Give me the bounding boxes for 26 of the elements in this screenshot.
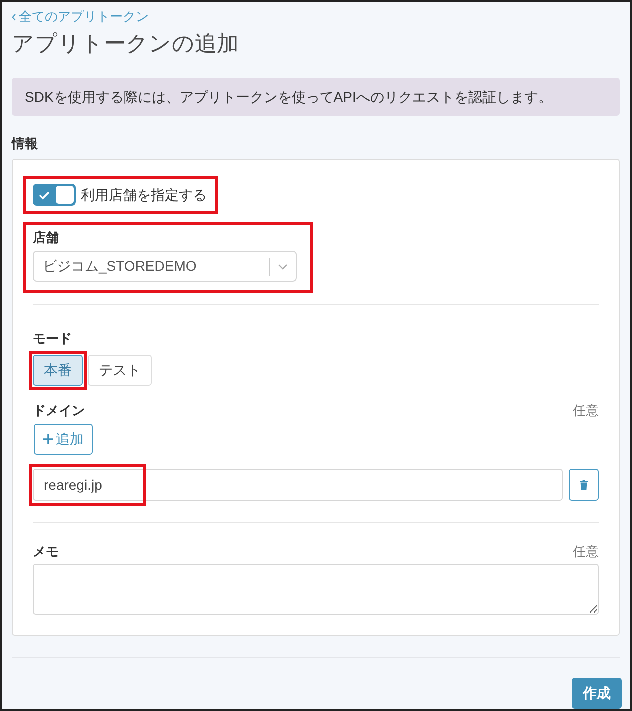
toggle-knob — [56, 186, 74, 204]
trash-icon — [580, 480, 588, 490]
store-select[interactable]: ビジコム_STOREDEMO — [33, 251, 297, 282]
field-label: ドメイン — [33, 402, 85, 420]
create-button[interactable]: 作成 — [572, 678, 622, 709]
checkmark-icon — [39, 190, 50, 200]
plus-icon — [43, 434, 54, 446]
toggle-label: 利用店舗を指定する — [81, 186, 207, 206]
section-label: 情報 — [12, 135, 38, 154]
chevron-down-icon — [278, 264, 288, 270]
field-label: 店舗 — [33, 229, 59, 248]
page-title: アプリトークンの追加 — [12, 30, 239, 58]
chevron-left-icon — [12, 14, 16, 20]
breadcrumb-link[interactable]: 全てのアプリトークン — [12, 8, 149, 26]
domain-input[interactable]: rearegi.jp — [33, 469, 563, 502]
toggle-switch[interactable] — [33, 184, 76, 206]
info-banner: SDKを使用する際には、アプリトークンを使ってAPIへのリクエストを認証します。 — [12, 78, 620, 116]
mode-button[interactable]: 本番 — [33, 355, 83, 386]
mode-button[interactable]: テスト — [88, 355, 152, 386]
optional-note: 任意 — [573, 402, 599, 420]
field-label: モード — [33, 331, 72, 346]
delete-button[interactable] — [569, 469, 599, 502]
add-button[interactable]: 追加 — [34, 424, 93, 456]
select-value: ビジコム_STOREDEMO — [43, 257, 197, 276]
field-label: メモ — [33, 543, 59, 562]
optional-note: 任意 — [573, 543, 599, 562]
